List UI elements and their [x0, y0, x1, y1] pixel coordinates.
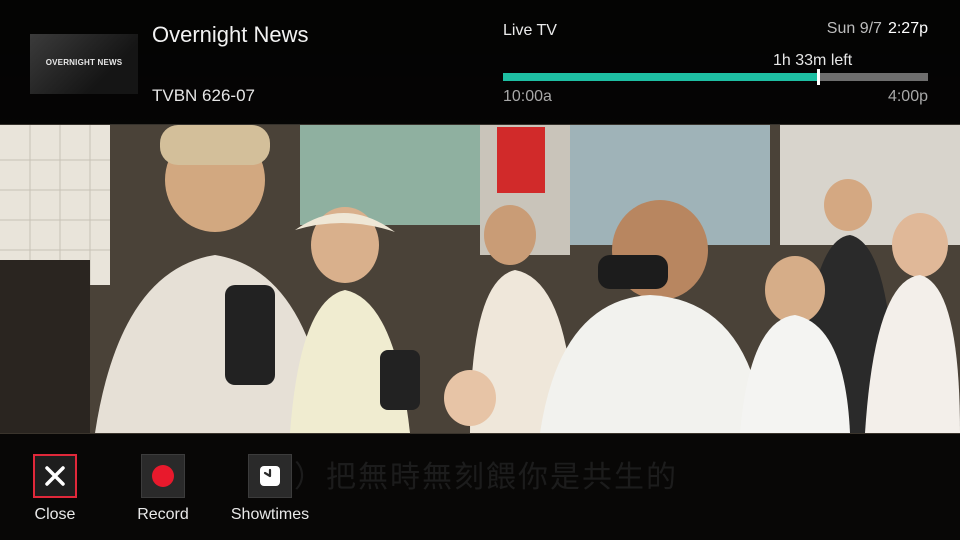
program-info-bar: OVERNIGHT NEWS Overnight News TVBN 626-0… [0, 0, 960, 124]
program-end-time: 4:00p [887, 88, 928, 105]
progress-fill [503, 73, 818, 81]
action-bar: （頻）把無時無刻餵你是共生的 Close Record Showtimes [0, 434, 960, 540]
showtimes-button[interactable]: Showtimes [220, 454, 320, 524]
record-button[interactable]: Record [113, 454, 213, 524]
progress-marker [816, 69, 820, 85]
close-button-tile[interactable] [33, 454, 77, 498]
program-thumbnail: OVERNIGHT NEWS [30, 34, 138, 94]
program-start-time: 10:00a [503, 88, 552, 105]
tv-player-screen: OVERNIGHT NEWS Overnight News TVBN 626-0… [0, 0, 960, 540]
program-progress-bar [503, 69, 928, 85]
current-time: 2:27p [887, 20, 928, 37]
program-title: Overnight News [152, 22, 309, 47]
thumbnail-title: OVERNIGHT NEWS [45, 58, 123, 67]
record-icon [152, 465, 174, 487]
showtimes-label: Showtimes [230, 506, 310, 523]
clock-icon [260, 466, 280, 486]
close-button[interactable]: Close [5, 454, 105, 524]
close-label: Close [34, 506, 76, 523]
date-time: Sun 9/7 2:27p [827, 20, 928, 38]
live-tv-label: Live TV [503, 22, 557, 39]
record-label: Record [137, 506, 189, 523]
current-date: Sun 9/7 [826, 20, 882, 37]
time-remaining: 1h 33m left [773, 52, 853, 69]
channel-number: TVBN 626-07 [152, 86, 255, 105]
showtimes-button-tile[interactable] [248, 454, 292, 498]
close-icon [45, 466, 65, 486]
record-button-tile[interactable] [141, 454, 185, 498]
